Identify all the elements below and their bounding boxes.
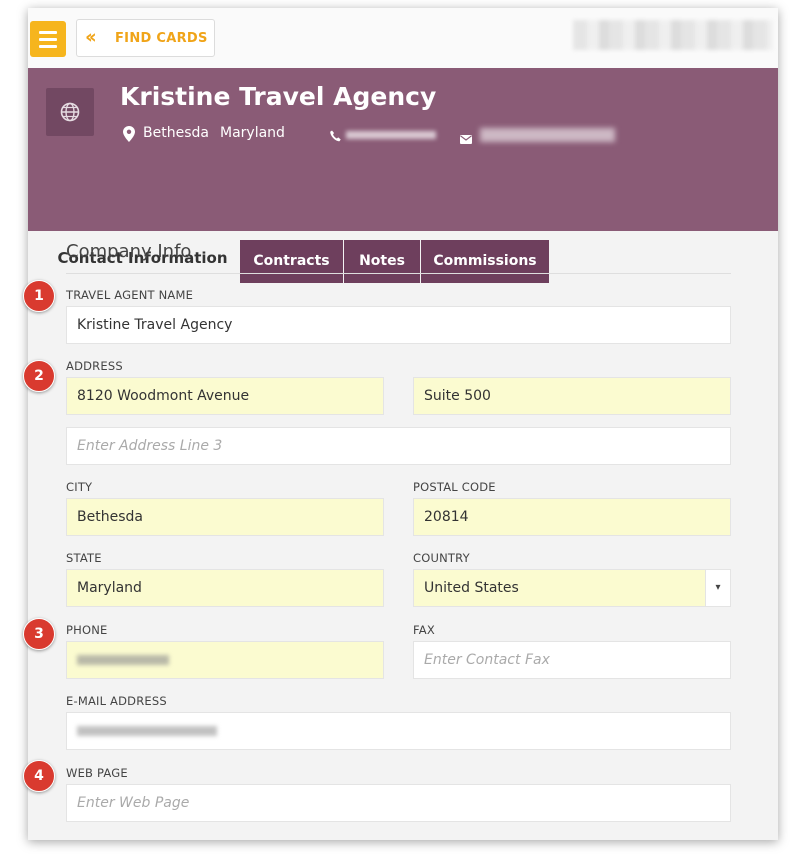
city-field[interactable]: Bethesda xyxy=(66,498,384,536)
address-label: ADDRESS xyxy=(66,359,123,373)
globe-icon xyxy=(46,88,94,136)
location-pin-icon xyxy=(123,126,135,146)
address-line3-field[interactable]: Enter Address Line 3 xyxy=(66,427,731,465)
email-field[interactable] xyxy=(66,712,731,750)
agent-name-label: TRAVEL AGENT NAME xyxy=(66,288,194,302)
callout-badge-1: 1 xyxy=(23,280,55,312)
postal-code-label: POSTAL CODE xyxy=(413,480,496,494)
header-email-redacted xyxy=(480,128,615,142)
city-label: CITY xyxy=(66,480,93,494)
section-title: Company Info xyxy=(66,241,192,262)
header-city: Bethesda xyxy=(143,125,209,141)
agency-name: Kristine Travel Agency xyxy=(120,82,437,111)
find-cards-label: FIND CARDS xyxy=(115,31,208,46)
user-info-redacted xyxy=(573,20,773,50)
callout-badge-4: 4 xyxy=(23,760,55,792)
callout-badge-3: 3 xyxy=(23,618,55,650)
hamburger-menu-icon[interactable] xyxy=(30,21,66,57)
header-phone-redacted xyxy=(346,131,436,139)
fax-label: FAX xyxy=(413,623,435,637)
find-cards-button[interactable]: ‹‹ FIND CARDS xyxy=(76,19,215,57)
app-window: ‹‹ FIND CARDS Kristine Travel Agency Bet… xyxy=(28,8,778,840)
phone-label: PHONE xyxy=(66,623,108,637)
state-field[interactable]: Maryland xyxy=(66,569,384,607)
chevrons-left-icon: ‹‹ xyxy=(85,26,97,48)
address-line2-field[interactable]: Suite 500 xyxy=(413,377,731,415)
fax-field[interactable]: Enter Contact Fax xyxy=(413,641,731,679)
agency-header: Kristine Travel Agency Bethesda Maryland… xyxy=(28,68,778,283)
section-divider xyxy=(66,273,731,274)
tab-commissions[interactable]: Commissions xyxy=(421,240,549,283)
agent-name-field[interactable]: Kristine Travel Agency xyxy=(66,306,731,344)
chevron-down-icon[interactable]: ▾ xyxy=(705,570,730,606)
country-select[interactable]: United States ▾ xyxy=(413,569,731,607)
phone-value-redacted xyxy=(77,655,169,665)
postal-code-field[interactable]: 20814 xyxy=(413,498,731,536)
web-page-field[interactable]: Enter Web Page xyxy=(66,784,731,822)
callout-badge-2: 2 xyxy=(23,360,55,392)
envelope-icon xyxy=(460,129,472,148)
header-state: Maryland xyxy=(220,125,285,141)
phone-field[interactable] xyxy=(66,641,384,679)
web-page-label: WEB PAGE xyxy=(66,766,128,780)
address-line1-field[interactable]: 8120 Woodmont Avenue xyxy=(66,377,384,415)
email-label: E-MAIL ADDRESS xyxy=(66,694,167,708)
top-bar: ‹‹ FIND CARDS xyxy=(28,8,778,68)
country-label: COUNTRY xyxy=(413,551,470,565)
country-select-value: United States xyxy=(424,580,519,596)
tab-notes[interactable]: Notes xyxy=(344,240,420,283)
email-value-redacted xyxy=(77,726,217,736)
phone-icon xyxy=(330,127,341,146)
tab-contracts[interactable]: Contracts xyxy=(240,240,343,283)
state-label: STATE xyxy=(66,551,102,565)
